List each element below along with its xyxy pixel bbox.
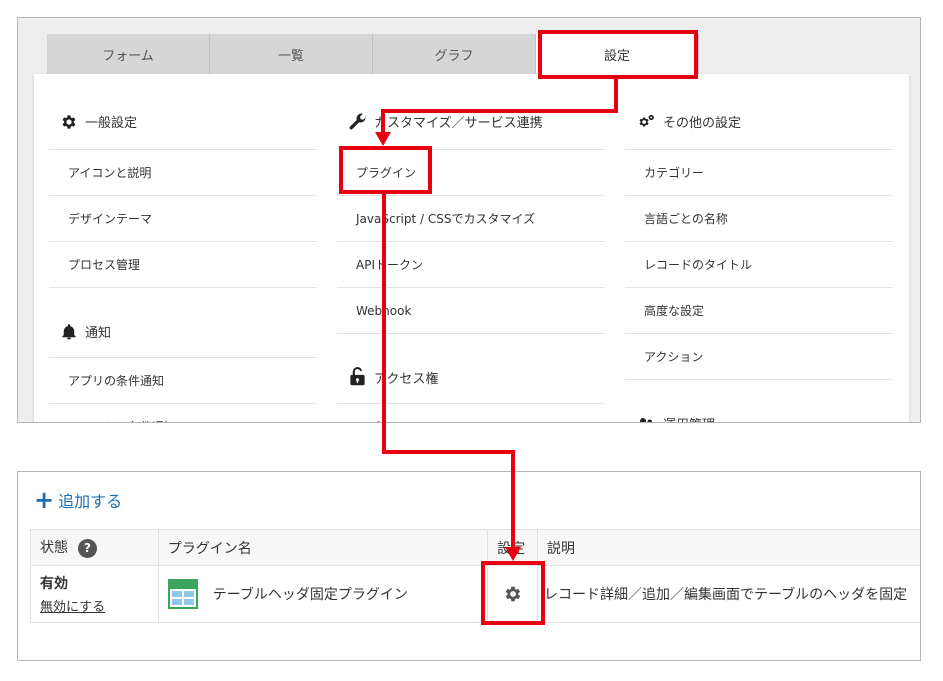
- ops-title: 運用管理: [663, 414, 715, 422]
- settings-item-record-title[interactable]: レコードのタイトル: [625, 242, 893, 288]
- settings-item-api-token[interactable]: APIトークン: [337, 242, 605, 288]
- other-settings-heading: その他の設定: [625, 74, 893, 150]
- unlock-icon: [350, 367, 365, 386]
- arrow-segment: [382, 194, 386, 452]
- settings-item-language-names[interactable]: 言語ごとの名称: [625, 196, 893, 242]
- gears-icon: [639, 114, 654, 127]
- general-settings-title: 一般設定: [85, 116, 138, 131]
- ops-heading: 運用管理: [625, 380, 893, 422]
- arrow-head: [375, 132, 391, 146]
- plugin-name: テーブルヘッダ固定プラグイン: [212, 587, 408, 603]
- add-plugin-label: 追加する: [58, 492, 123, 511]
- general-settings-heading: 一般設定: [49, 74, 317, 150]
- users-icon: [640, 418, 652, 422]
- disable-plugin-link[interactable]: 無効にする: [40, 596, 158, 615]
- customize-title: カスタマイズ／サービス連携: [374, 116, 543, 131]
- plugin-table: 状態? プラグイン名 設定 説明 有効 無効にする: [30, 529, 920, 623]
- settings-item-design-theme[interactable]: デザインテーマ: [49, 196, 317, 242]
- settings-item-action[interactable]: アクション: [625, 334, 893, 380]
- plugin-list-panel: + 追加する 状態? プラグイン名 設定 説明 有効 無効にする: [17, 471, 921, 661]
- plugin-name-cell: テーブルヘッダ固定プラグイン: [157, 565, 489, 623]
- notify-title: 通知: [85, 326, 112, 341]
- column-header-name: プラグイン名: [157, 529, 489, 566]
- customize-column: カスタマイズ／サービス連携 プラグイン JavaScript / CSSでカスタ…: [337, 74, 605, 422]
- status-enabled-label: 有効: [40, 576, 68, 592]
- settings-item-webhook[interactable]: Webhook: [337, 288, 605, 334]
- tab-form[interactable]: フォーム: [47, 34, 210, 74]
- status-cell: 有効 無効にする: [30, 565, 159, 623]
- other-settings-title: その他の設定: [663, 116, 742, 131]
- settings-item-app-access[interactable]: アプリ: [337, 404, 605, 422]
- wrench-icon: [349, 113, 366, 130]
- arrow-segment: [614, 79, 618, 113]
- tab-graph[interactable]: グラフ: [373, 34, 536, 74]
- arrow-segment: [381, 109, 618, 113]
- plugin-item-highlight: [339, 146, 432, 194]
- table-plugin-icon: [167, 579, 198, 609]
- access-heading: アクセス権: [337, 334, 605, 404]
- column-header-status: 状態?: [30, 529, 159, 566]
- column-header-description: 説明: [537, 529, 920, 566]
- settings-item-process[interactable]: プロセス管理: [49, 242, 317, 288]
- table-header-row: 状態? プラグイン名 設定 説明: [30, 529, 920, 566]
- bell-icon: [62, 324, 76, 340]
- gear-icon: [62, 115, 76, 129]
- arrow-head: [505, 547, 521, 561]
- general-settings-column: 一般設定 アイコンと説明 デザインテーマ プロセス管理 通知 アプリの条件通知 …: [49, 74, 317, 422]
- arrow-segment: [511, 450, 515, 550]
- arrow-segment: [382, 450, 515, 454]
- settings-item-category[interactable]: カテゴリー: [625, 150, 893, 196]
- notify-heading: 通知: [49, 288, 317, 358]
- app-settings-panel: フォーム 一覧 グラフ 設定 一般設定 アイコンと説明 デザインテーマ プロセス…: [17, 17, 921, 423]
- other-settings-column: その他の設定 カテゴリー 言語ごとの名称 レコードのタイトル 高度な設定 アクシ…: [625, 74, 893, 422]
- tab-list[interactable]: 一覧: [210, 34, 373, 74]
- settings-item-advanced[interactable]: 高度な設定: [625, 288, 893, 334]
- table-row: 有効 無効にする テーブルヘッダ固定プラグイン レコード詳細／追加／編集画面でテ…: [30, 565, 920, 623]
- settings-item-record-notify[interactable]: レコードの条件通知: [49, 404, 317, 422]
- status-header-label: 状態: [40, 540, 68, 557]
- plugin-settings-highlight: [481, 561, 545, 625]
- add-plugin-button[interactable]: + 追加する: [34, 488, 122, 512]
- settings-tab-highlight: [538, 30, 698, 79]
- settings-item-icon-description[interactable]: アイコンと説明: [49, 150, 317, 196]
- description-cell: レコード詳細／追加／編集画面でテーブルのヘッダを固定: [537, 565, 920, 623]
- settings-card: 一般設定 アイコンと説明 デザインテーマ プロセス管理 通知 アプリの条件通知 …: [34, 74, 909, 422]
- settings-item-app-notify[interactable]: アプリの条件通知: [49, 358, 317, 404]
- help-icon[interactable]: ?: [78, 538, 97, 558]
- settings-item-js-css[interactable]: JavaScript / CSSでカスタマイズ: [337, 196, 605, 242]
- plus-icon: +: [34, 486, 55, 514]
